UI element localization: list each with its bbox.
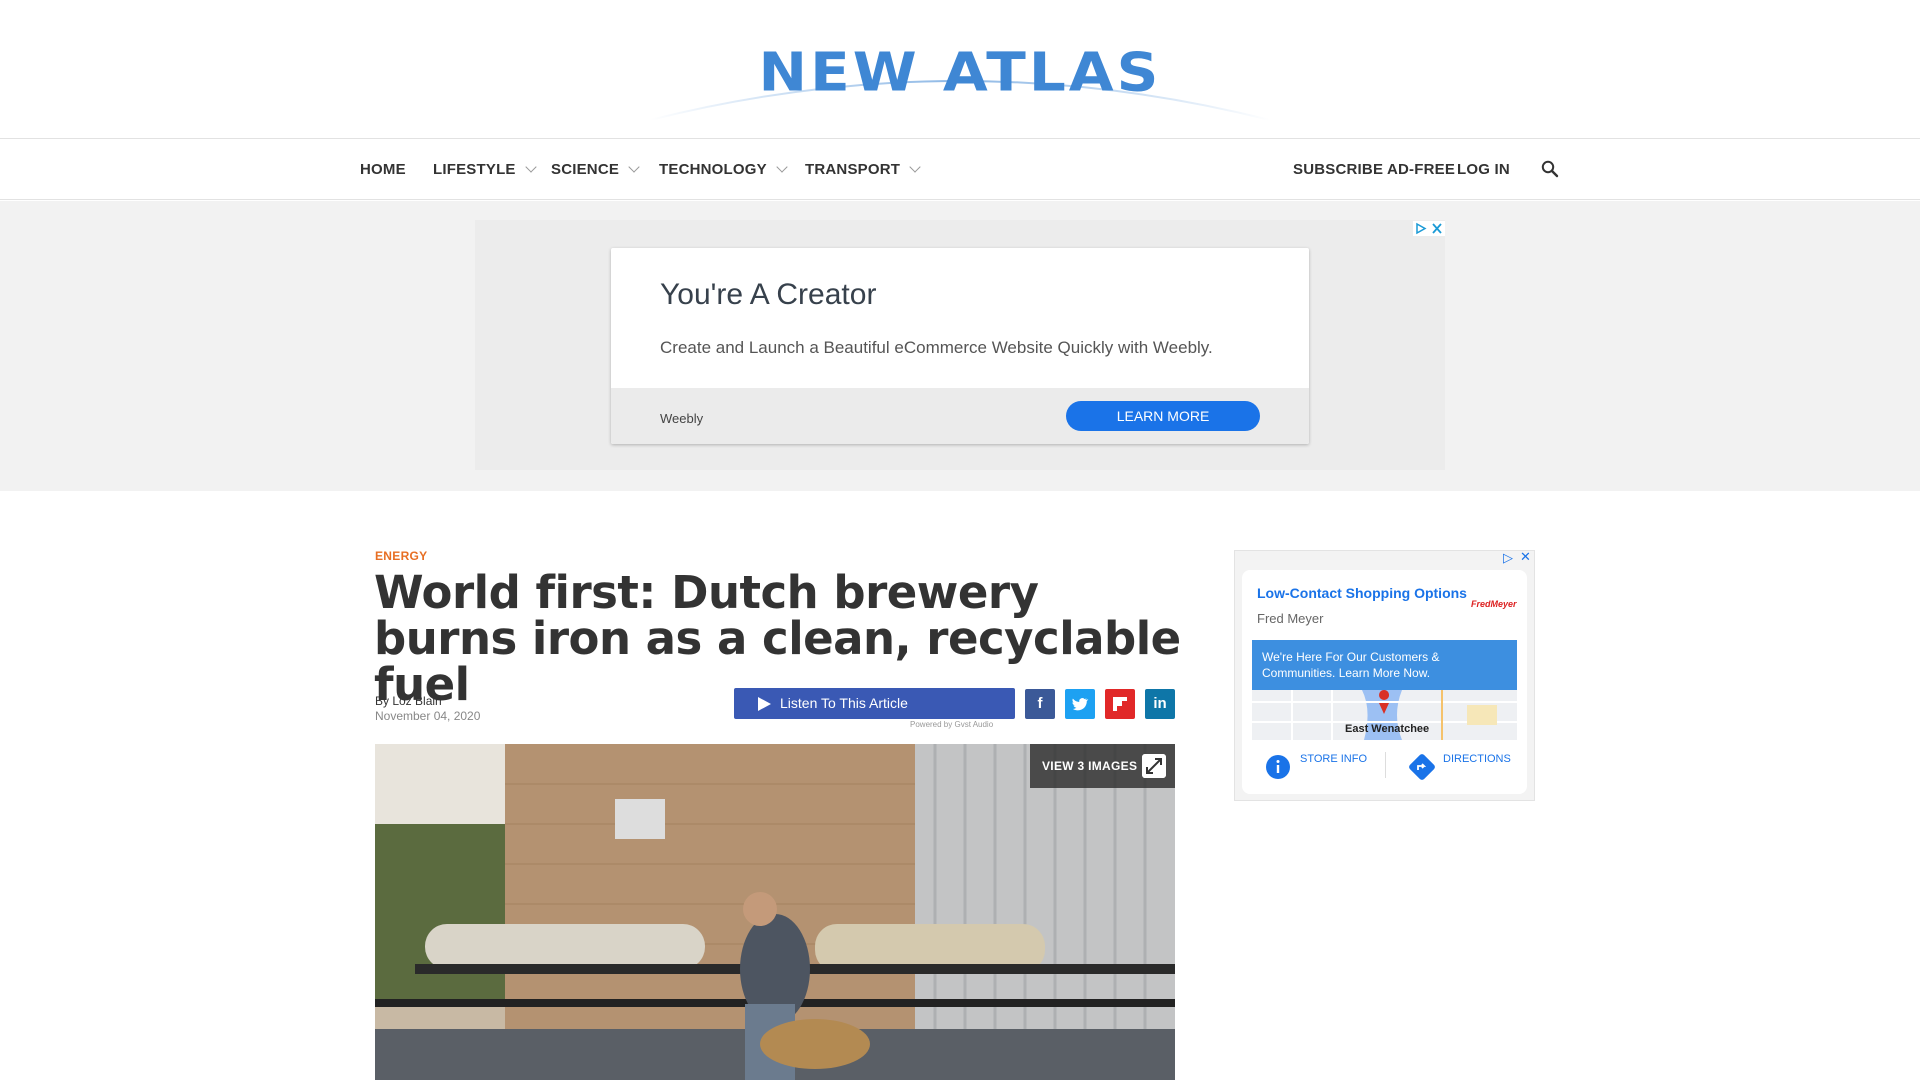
article-date: November 04, 2020 [375, 709, 481, 723]
nav-item-lifestyle[interactable]: LIFESTYLE [433, 140, 537, 200]
chevron-down-icon [909, 161, 921, 173]
fred-meyer-logo: FredMeyer [1471, 599, 1517, 609]
twitter-icon [1072, 698, 1089, 711]
ad-brand: Weebly [660, 411, 704, 426]
chevron-down-icon [628, 161, 640, 173]
linkedin-share-button[interactable]: in [1145, 689, 1175, 719]
chevron-down-icon [524, 161, 537, 173]
facebook-share-button[interactable]: f [1025, 689, 1055, 719]
nav-item-technology[interactable]: TECHNOLOGY [659, 140, 788, 200]
article-hero-image[interactable] [375, 744, 1175, 1080]
subscribe-ad-free-link[interactable]: SUBSCRIBE AD-FREE [1293, 140, 1455, 200]
ad-choices-badge[interactable] [1413, 221, 1445, 236]
chevron-down-icon [776, 161, 788, 173]
nav-item-science[interactable]: SCIENCE [551, 140, 640, 200]
facebook-icon: f [1037, 695, 1043, 712]
nav-label: TRANSPORT [805, 161, 901, 178]
sidebar-ad-banner[interactable]: We're Here For Our Customers & Communiti… [1252, 640, 1517, 690]
map-location-label: East Wenatchee [1345, 723, 1430, 735]
directions-icon[interactable] [1408, 753, 1436, 781]
main-nav: HOME LIFESTYLE SCIENCE TECHNOLOGY TRANSP… [0, 140, 1920, 200]
ad-description: Create and Launch a Beautiful eCommerce … [660, 338, 1213, 357]
nav-item-home[interactable]: HOME [360, 140, 406, 200]
view-images-label: VIEW 3 IMAGES [1042, 759, 1138, 773]
site-logo[interactable]: NEW ATLAS [640, 32, 1280, 124]
expand-icon [1142, 754, 1166, 778]
logo-text: NEW ATLAS [758, 40, 1162, 104]
flipboard-icon [1113, 697, 1127, 711]
nav-label: HOME [360, 161, 406, 178]
twitter-share-button[interactable] [1065, 689, 1095, 719]
masthead: NEW ATLAS [0, 0, 1920, 139]
hero-photo [375, 744, 1175, 1080]
close-icon[interactable]: ✕ [1520, 549, 1531, 565]
sidebar-ad-advertiser: Fred Meyer [1257, 611, 1324, 626]
directions-link[interactable]: DIRECTIONS [1443, 753, 1511, 765]
listen-label: Listen To This Article [780, 695, 908, 711]
search-icon[interactable] [1540, 159, 1560, 179]
nav-item-transport[interactable]: TRANSPORT [805, 140, 921, 200]
sidebar-ad-title[interactable]: Low-Contact Shopping Options [1257, 585, 1467, 601]
article-byline[interactable]: By Loz Blain [375, 694, 442, 708]
powered-by-label: Powered by Gvst Audio [910, 720, 994, 729]
ad-footer: Weebly LEARN MORE [611, 388, 1309, 444]
adchoices-icon[interactable]: ▷ [1503, 550, 1513, 566]
info-icon[interactable] [1265, 754, 1291, 780]
store-info-link[interactable]: STORE INFO [1300, 753, 1367, 765]
listen-to-article-button[interactable]: Listen To This Article [734, 688, 1015, 719]
nav-label: TECHNOLOGY [659, 161, 767, 178]
top-ad-card[interactable]: You're A Creator Create and Launch a Bea… [611, 248, 1309, 444]
ad-title: You're A Creator [660, 278, 877, 311]
view-images-button[interactable]: VIEW 3 IMAGES [1030, 744, 1175, 788]
article-category[interactable]: ENERGY [375, 549, 427, 563]
flipboard-share-button[interactable] [1105, 689, 1135, 719]
nav-label: LIFESTYLE [433, 161, 516, 178]
play-icon [758, 697, 771, 711]
divider [1385, 752, 1386, 778]
adchoices-icon [1416, 222, 1442, 235]
login-link[interactable]: LOG IN [1457, 140, 1510, 200]
linkedin-icon: in [1153, 695, 1167, 712]
nav-label: SCIENCE [551, 161, 620, 178]
learn-more-button[interactable]: LEARN MORE [1066, 401, 1260, 431]
